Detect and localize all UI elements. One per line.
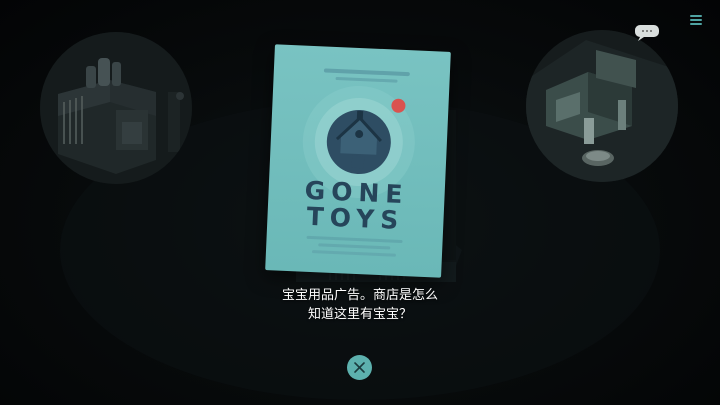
hamburger-line xyxy=(690,19,702,21)
right-scene-bubble xyxy=(526,30,678,182)
kitchen-building-scene-icon xyxy=(40,32,192,184)
game-scene: GONE TOYS 宝宝用品广告。商店是怎么 知道这里有宝宝？ xyxy=(0,0,720,405)
caption-line-1: 宝宝用品广告。商店是怎么 xyxy=(281,288,438,303)
close-x-icon xyxy=(354,362,365,373)
caption-line-2: 知道这里有宝宝？ xyxy=(307,307,412,322)
room-furniture-scene-icon xyxy=(526,30,678,182)
gone-toys-poster: GONE TOYS xyxy=(265,44,451,278)
speech-bubble-icon xyxy=(635,25,659,41)
hamburger-line xyxy=(690,23,702,25)
poster-sheet: GONE TOYS xyxy=(265,44,451,278)
hamburger-menu-icon xyxy=(690,15,702,17)
dialogue-caption: 宝宝用品广告。商店是怎么 知道这里有宝宝？ xyxy=(0,286,720,324)
menu-button[interactable] xyxy=(688,12,706,28)
poster-artwork xyxy=(302,68,415,257)
close-button[interactable] xyxy=(347,355,372,380)
left-scene-bubble xyxy=(40,32,192,184)
